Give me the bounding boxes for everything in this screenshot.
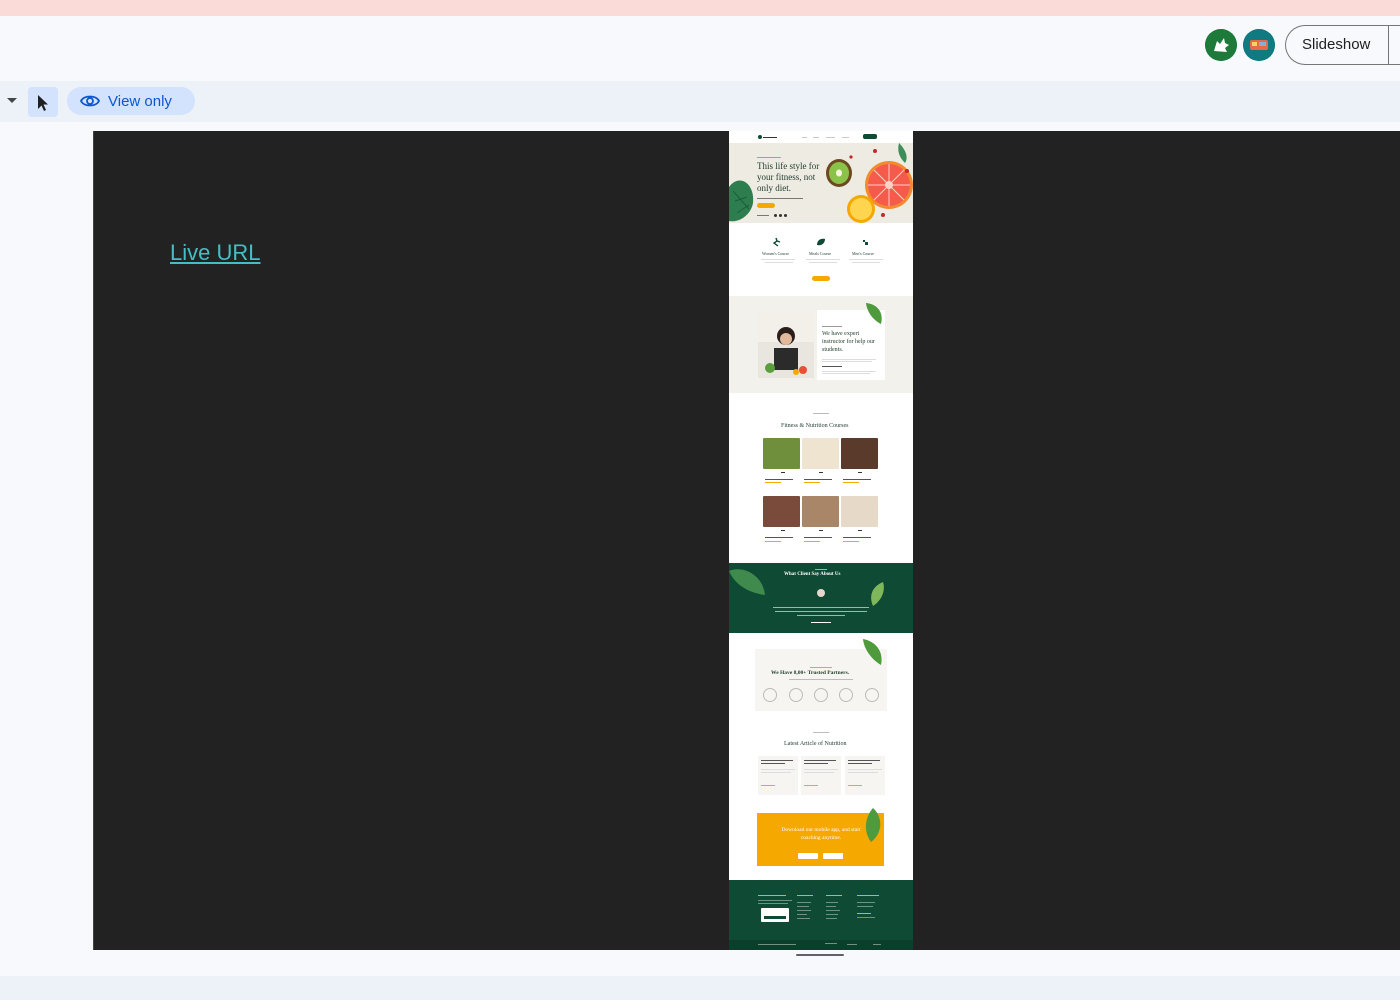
- live-url-link[interactable]: Live URL: [170, 240, 260, 266]
- mock-courses: Fitness & Nutrition Courses: [729, 393, 913, 563]
- eye-icon: [80, 95, 100, 107]
- slideshow-button[interactable]: Slideshow: [1285, 25, 1400, 65]
- leaf-decoration: [865, 808, 881, 842]
- select-tool-button[interactable]: [28, 87, 58, 117]
- mock-partners: We Have 8,00+ Trusted Partners.: [729, 633, 913, 718]
- instructor-photo: [758, 312, 814, 378]
- mock-logo: [758, 135, 762, 139]
- collaborator-avatar-1[interactable]: [1205, 29, 1237, 61]
- slideshow-dropdown-divider: [1388, 25, 1389, 65]
- mock-footer: [729, 880, 913, 950]
- leaf-decoration: [729, 569, 765, 595]
- app-header: Slideshow: [0, 16, 1400, 81]
- hand-icon: [863, 240, 868, 245]
- top-banner-strip: [0, 0, 1400, 16]
- website-screenshot: This life style for your fitness, not on…: [729, 131, 913, 950]
- mock-testimonial: What Client Say About Us: [729, 563, 913, 633]
- view-only-label: View only: [108, 93, 172, 110]
- select-cursor-icon: [38, 95, 48, 111]
- collaborator-avatar-2[interactable]: [1243, 29, 1275, 61]
- leaf-decoration: [863, 639, 882, 665]
- mock-hero: This life style for your fitness, not on…: [729, 143, 913, 223]
- leaf-icon: [817, 238, 825, 246]
- view-only-chip[interactable]: View only: [67, 87, 195, 115]
- leaf-decoration: [871, 582, 884, 606]
- runner-icon: [772, 237, 781, 247]
- mock-services: Women's Course Meals Course Men's Course: [729, 223, 913, 296]
- avatar-icon: [1243, 29, 1275, 61]
- mock-nav: [729, 131, 913, 143]
- caret-down-icon[interactable]: [7, 98, 17, 103]
- fruit-illustration: [729, 143, 913, 223]
- bottom-status-bar: [0, 976, 1400, 1000]
- mock-articles: Latest Article of Nutrition: [729, 718, 913, 803]
- mock-instructor: We have expert instructor for help our s…: [729, 296, 913, 393]
- scroll-handle[interactable]: [796, 954, 844, 956]
- avatar-icon: [1205, 29, 1237, 61]
- toolbar: View only: [0, 81, 1400, 122]
- leaf-decoration: [866, 303, 882, 324]
